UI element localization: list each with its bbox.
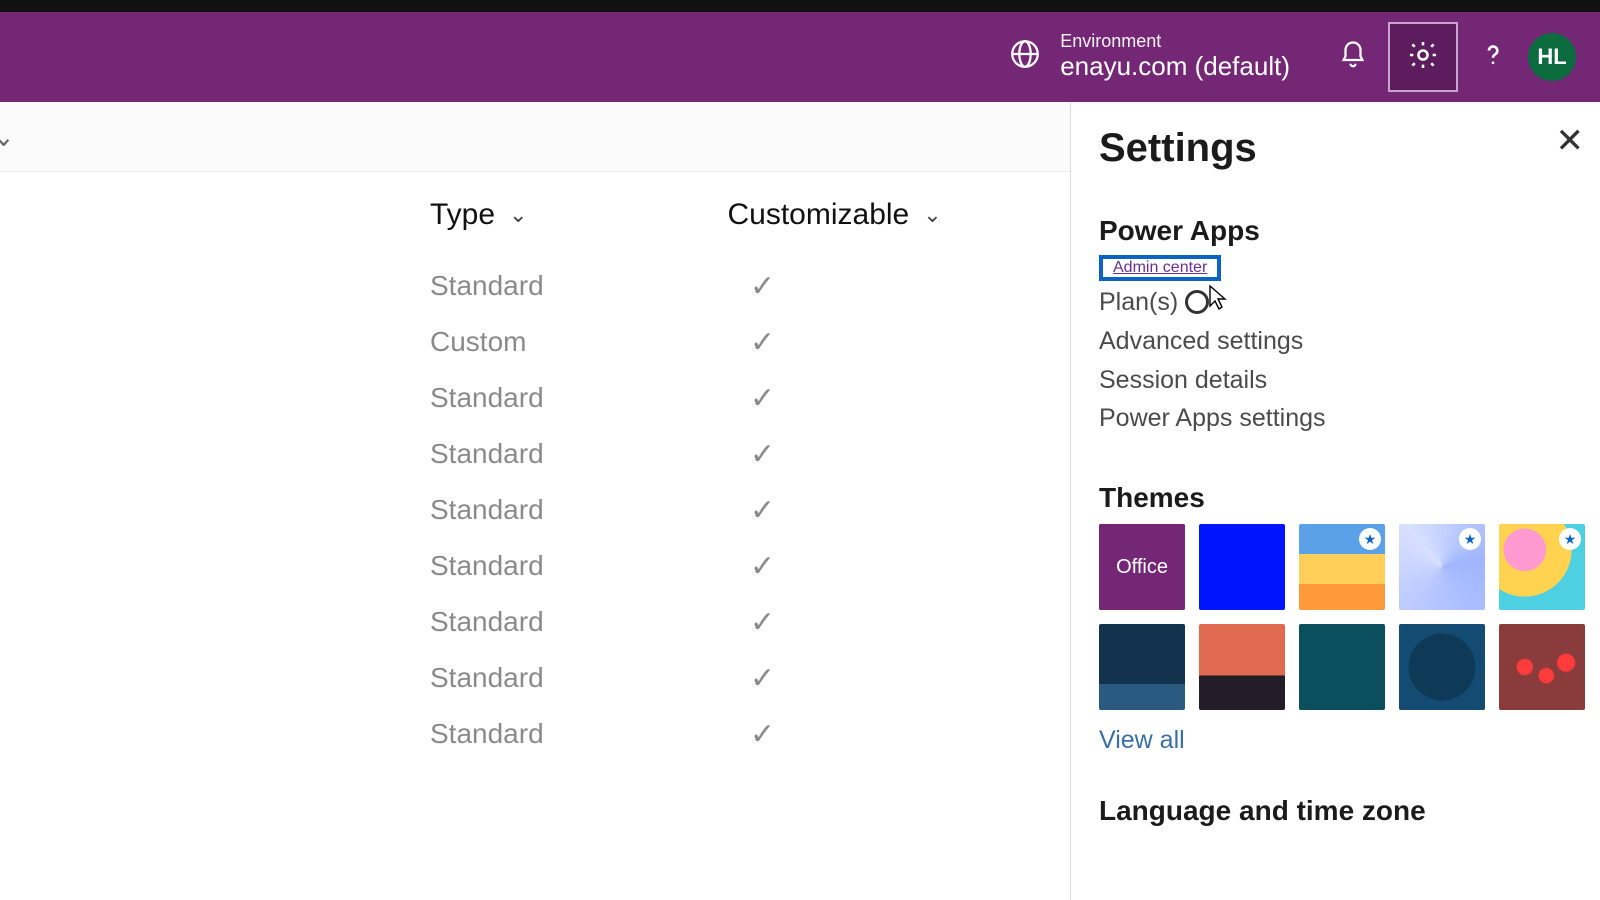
theme-navigation[interactable]	[1399, 624, 1485, 710]
cell-type: Custom	[430, 326, 750, 358]
globe-icon	[1008, 37, 1042, 76]
theme-office[interactable]: Office	[1099, 524, 1185, 610]
section-themes-title: Themes	[1099, 482, 1576, 514]
cell-type: Standard	[430, 270, 750, 302]
link-advanced-settings[interactable]: Advanced settings	[1099, 322, 1576, 361]
theme-lights[interactable]	[1499, 624, 1585, 710]
settings-panel: Settings ✕ Power Apps Admin center Plan(…	[1070, 102, 1600, 900]
link-plans-label: Plan(s)	[1099, 288, 1178, 316]
theme-blue[interactable]	[1199, 524, 1285, 610]
column-header-customizable-label: Customizable	[727, 198, 909, 232]
check-icon: ✓	[750, 661, 810, 696]
section-language-title: Language and time zone	[1099, 795, 1576, 827]
theme-palms[interactable]	[1199, 624, 1285, 710]
cell-type: Standard	[430, 718, 750, 750]
check-icon: ✓	[750, 381, 810, 416]
info-icon	[1185, 290, 1209, 314]
theme-ribbon[interactable]: ★	[1399, 524, 1485, 610]
notifications-button[interactable]	[1318, 22, 1388, 92]
cell-type: Standard	[430, 494, 750, 526]
star-icon: ★	[1459, 528, 1481, 550]
cell-type: Standard	[430, 550, 750, 582]
cell-type: Standard	[430, 662, 750, 694]
column-header-type-label: Type	[430, 198, 495, 232]
theme-rainbow[interactable]: ★	[1299, 524, 1385, 610]
check-icon: ✓	[750, 269, 810, 304]
environment-text: Environment enayu.com (default)	[1060, 32, 1290, 83]
cell-type: Standard	[430, 438, 750, 470]
theme-office-label: Office	[1099, 524, 1185, 610]
close-icon: ✕	[1556, 122, 1585, 160]
app-header: Environment enayu.com (default) HL	[0, 12, 1600, 102]
bell-icon	[1338, 40, 1368, 75]
cell-type: Standard	[430, 382, 750, 414]
link-power-apps-settings[interactable]: Power Apps settings	[1099, 399, 1576, 438]
check-icon: ✓	[750, 605, 810, 640]
cell-type: Standard	[430, 606, 750, 638]
themes-grid: Office ★ ★ ★	[1099, 524, 1576, 710]
settings-button[interactable]	[1388, 22, 1458, 92]
check-icon: ✓	[750, 325, 810, 360]
main-content: ⌄ Type ⌄ Customizable ⌄ Standard✓ Custom…	[0, 102, 1600, 900]
check-icon: ✓	[750, 493, 810, 528]
link-admin-center-label: Admin center	[1113, 259, 1207, 276]
check-icon: ✓	[750, 549, 810, 584]
browser-top-strip	[0, 0, 1600, 12]
gear-icon	[1406, 38, 1440, 77]
environment-name: enayu.com (default)	[1060, 51, 1290, 82]
power-apps-links: Admin center Plan(s) Advanced settings S…	[1099, 255, 1576, 438]
environment-label: Environment	[1060, 32, 1290, 52]
link-session-details[interactable]: Session details	[1099, 361, 1576, 400]
link-admin-center[interactable]: Admin center	[1099, 255, 1221, 281]
theme-unicorn[interactable]: ★	[1499, 524, 1585, 610]
theme-mountain[interactable]	[1099, 624, 1185, 710]
column-header-customizable[interactable]: Customizable ⌄	[727, 198, 941, 232]
chevron-down-icon: ⌄	[0, 120, 14, 153]
themes-view-all[interactable]: View all	[1099, 726, 1185, 755]
check-icon: ✓	[750, 437, 810, 472]
question-icon	[1479, 41, 1507, 74]
chevron-down-icon: ⌄	[923, 202, 941, 228]
star-icon: ★	[1359, 528, 1381, 550]
help-button[interactable]	[1458, 22, 1528, 92]
avatar[interactable]: HL	[1528, 33, 1576, 81]
star-icon: ★	[1559, 528, 1581, 550]
theme-circuit[interactable]	[1299, 624, 1385, 710]
column-header-type[interactable]: Type ⌄	[430, 198, 527, 232]
check-icon: ✓	[750, 717, 810, 752]
environment-picker[interactable]: Environment enayu.com (default)	[1008, 32, 1290, 83]
section-power-apps-title: Power Apps	[1099, 215, 1576, 247]
close-button[interactable]: ✕	[1556, 124, 1585, 158]
link-plans[interactable]: Plan(s)	[1099, 283, 1576, 322]
settings-panel-title: Settings	[1099, 126, 1576, 171]
chevron-down-icon: ⌄	[509, 202, 527, 228]
